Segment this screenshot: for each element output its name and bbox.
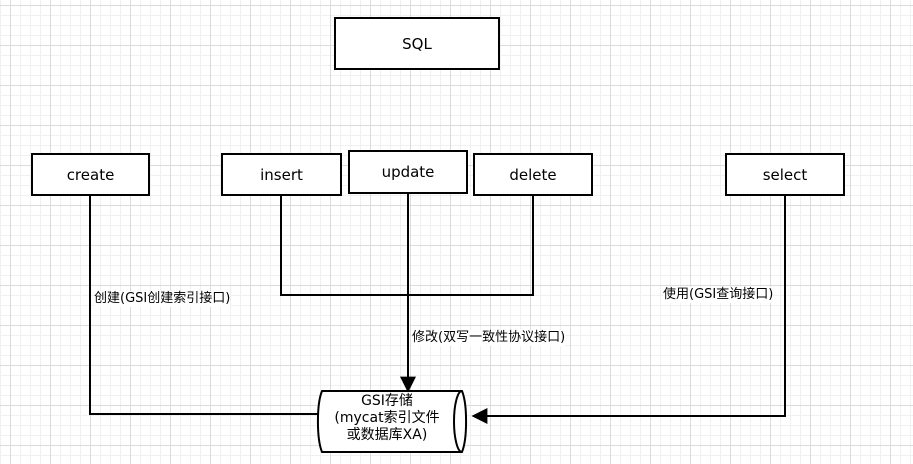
insert-node-label: insert: [260, 165, 303, 184]
select-edge-label: 使用(GSI查询接口): [663, 287, 774, 303]
update-node[interactable]: update: [348, 150, 468, 194]
create-node[interactable]: create: [31, 153, 150, 196]
delete-node[interactable]: delete: [473, 153, 593, 196]
diagram-canvas: SQL create insert update delete select 创…: [0, 0, 913, 464]
create-node-label: create: [66, 165, 115, 184]
gsi-storage-line3: 或数据库XA): [346, 427, 428, 443]
gsi-storage-line2: (mycat索引文件: [334, 410, 440, 426]
insert-node[interactable]: insert: [221, 153, 342, 196]
select-node-label: select: [762, 165, 808, 184]
gsi-storage-line1: GSI存储: [361, 393, 413, 409]
select-to-storage-arrow: [471, 196, 786, 424]
delete-node-label: delete: [509, 165, 557, 184]
gsi-storage-label[interactable]: GSI存储 (mycat索引文件 或数据库XA): [312, 393, 462, 444]
update-node-label: update: [381, 163, 435, 181]
select-node[interactable]: select: [725, 153, 845, 196]
create-edge-label: 创建(GSI创建索引接口): [94, 291, 231, 307]
sql-node[interactable]: SQL: [334, 17, 500, 70]
sql-node-label: SQL: [402, 34, 432, 53]
modify-edge-label: 修改(双写一致性协议接口): [412, 330, 566, 346]
